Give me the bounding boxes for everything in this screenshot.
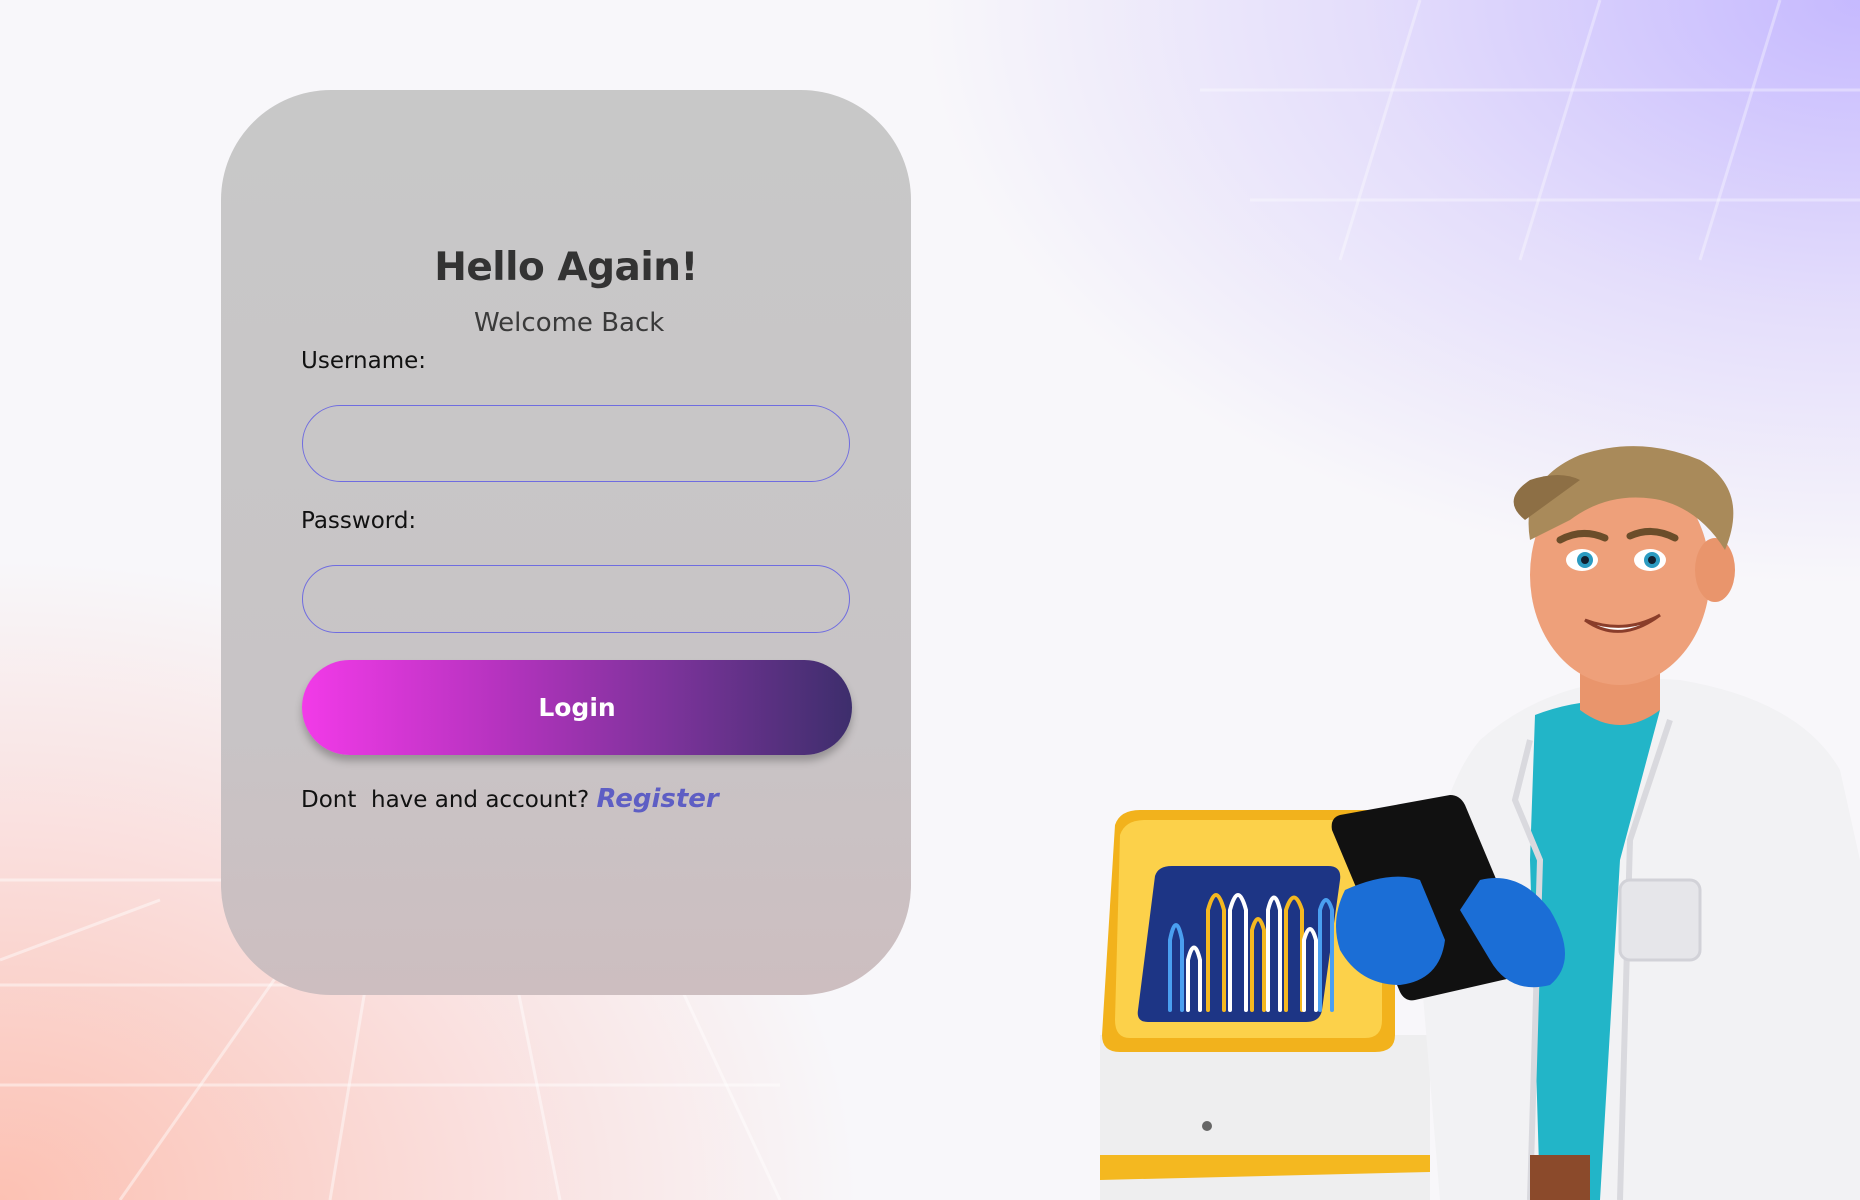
password-input[interactable] [302, 565, 850, 633]
login-card: Hello Again! Welcome Back Username: Pass… [221, 90, 911, 995]
register-prompt: Dont have and account? [301, 787, 597, 813]
username-input[interactable] [302, 405, 850, 482]
password-label: Password: [301, 508, 417, 534]
login-button[interactable]: Login [302, 660, 852, 755]
scientist-with-tablet-illustration [1100, 446, 1860, 1200]
login-page: Hello Again! Welcome Back Username: Pass… [0, 0, 1860, 1200]
welcome-subtitle: Welcome Back [474, 308, 665, 338]
register-row: Dont have and account? Register [301, 784, 719, 814]
page-title: Hello Again! [434, 245, 698, 290]
register-link[interactable]: Register [596, 784, 718, 814]
username-label: Username: [301, 348, 426, 374]
